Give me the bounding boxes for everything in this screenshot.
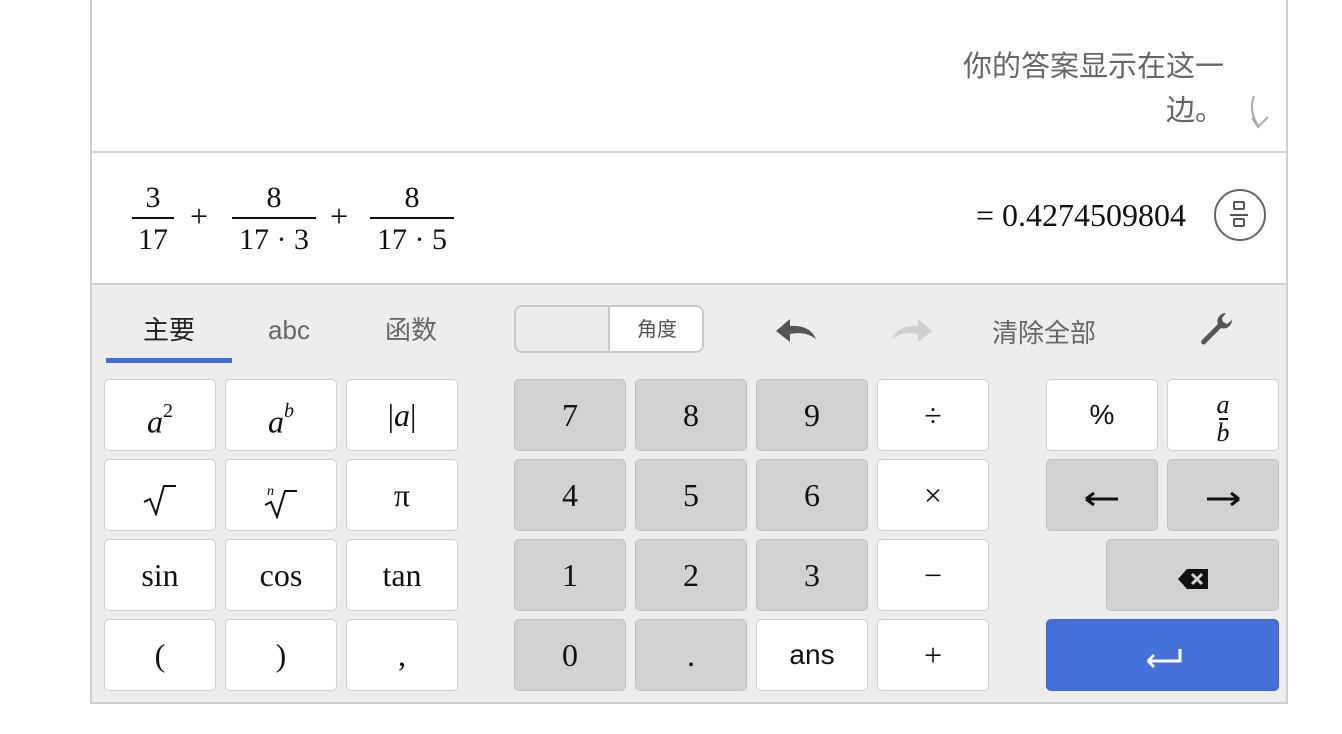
key-close-paren[interactable]: ) [225,619,337,691]
expression-row[interactable]: 3 17 + 8 17 · 3 + 8 17 · 5 = 0.427450980… [92,153,1286,285]
wrench-icon[interactable] [1196,309,1236,349]
tab-functions[interactable]: 函数 [348,305,474,365]
backspace-icon [1177,568,1208,589]
key-7[interactable]: 7 [514,379,626,451]
numerator: 3 [145,181,161,214]
format-icon-line [1230,214,1248,216]
key-plus[interactable]: + [877,619,989,691]
redo-icon[interactable] [888,313,936,349]
answer-hint-area: 你的答案显示在这一边。 [92,0,1286,153]
answer-hint-text: 你的答案显示在这一边。 [962,49,1224,127]
tab-main[interactable]: 主要 [106,305,232,365]
plus-operator: + [330,198,349,234]
key-9[interactable]: 9 [756,379,868,451]
arrow-down-icon [1250,95,1269,129]
toggle-off-segment [516,307,610,351]
key-divide[interactable]: ÷ [877,379,989,451]
denominator: 17 [138,223,168,256]
result-value: = 0.4274509804 [975,197,1186,233]
key-open-paren[interactable]: ( [104,619,216,691]
fraction-2: 8 17 · 3 [232,181,316,257]
denominator: 17 · 3 [239,223,309,256]
keypad: 主要 abc 函数 角度 清除全部 a2 ab |a| n π sin cos … [92,285,1286,702]
angle-mode-toggle[interactable]: 角度 [514,305,704,353]
fraction-1: 3 17 [132,181,174,257]
undo-icon[interactable] [772,313,820,349]
toggle-degree-label: 角度 [637,319,677,341]
svg-text:n: n [267,484,274,499]
key-cursor-right[interactable] [1167,459,1279,531]
fraction-3: 8 17 · 5 [370,181,454,257]
key-cursor-left[interactable] [1046,459,1158,531]
enter-icon [1146,648,1181,668]
key-enter[interactable] [1046,619,1279,691]
key-3[interactable]: 3 [756,539,868,611]
fraction-bar [132,217,174,219]
key-cos[interactable]: cos [225,539,337,611]
fraction-glyph-den: b [1216,417,1230,447]
fraction-glyph-num: a [1216,389,1230,419]
numerator: 8 [266,181,282,214]
key-pi[interactable]: π [346,459,458,531]
key-sin[interactable]: sin [104,539,216,611]
active-tab-indicator [106,358,232,363]
key-8[interactable]: 8 [635,379,747,451]
key-2[interactable]: 2 [635,539,747,611]
key-multiply[interactable]: × [877,459,989,531]
calculator-panel: 你的答案显示在这一边。 3 17 + 8 17 · 3 + 8 17 · 5 =… [90,0,1288,704]
key-backspace[interactable] [1106,539,1279,611]
key-square[interactable]: a2 [104,379,216,451]
key-4[interactable]: 4 [514,459,626,531]
fraction-format-button[interactable] [1214,189,1266,241]
fraction-bar [232,217,316,219]
key-5[interactable]: 5 [635,459,747,531]
arrow-right-icon [1207,491,1240,506]
plus-operator: + [190,198,209,234]
key-1[interactable]: 1 [514,539,626,611]
key-decimal[interactable]: . [635,619,747,691]
key-tan[interactable]: tan [346,539,458,611]
key-ans[interactable]: ans [756,619,868,691]
sqrt-icon [143,484,176,517]
fraction-bar [370,217,454,219]
format-icon-top [1233,201,1245,210]
fraction-glyph: a b [1216,389,1230,447]
format-icon-bottom [1233,218,1245,227]
key-abs[interactable]: |a| [346,379,458,451]
key-0[interactable]: 0 [514,619,626,691]
key-percent[interactable]: % [1046,379,1158,451]
key-power[interactable]: ab [225,379,337,451]
key-fraction[interactable]: a b [1167,379,1279,451]
key-minus[interactable]: − [877,539,989,611]
key-nth-root[interactable]: n [225,459,337,531]
arrow-left-icon [1085,491,1118,506]
numerator: 8 [404,181,420,214]
key-sqrt[interactable] [104,459,216,531]
tab-abc[interactable]: abc [226,305,352,365]
nth-root-icon: n [264,484,297,520]
clear-all-button[interactable]: 清除全部 [992,313,1096,350]
key-6[interactable]: 6 [756,459,868,531]
key-comma[interactable]: , [346,619,458,691]
denominator: 17 · 5 [377,223,447,256]
